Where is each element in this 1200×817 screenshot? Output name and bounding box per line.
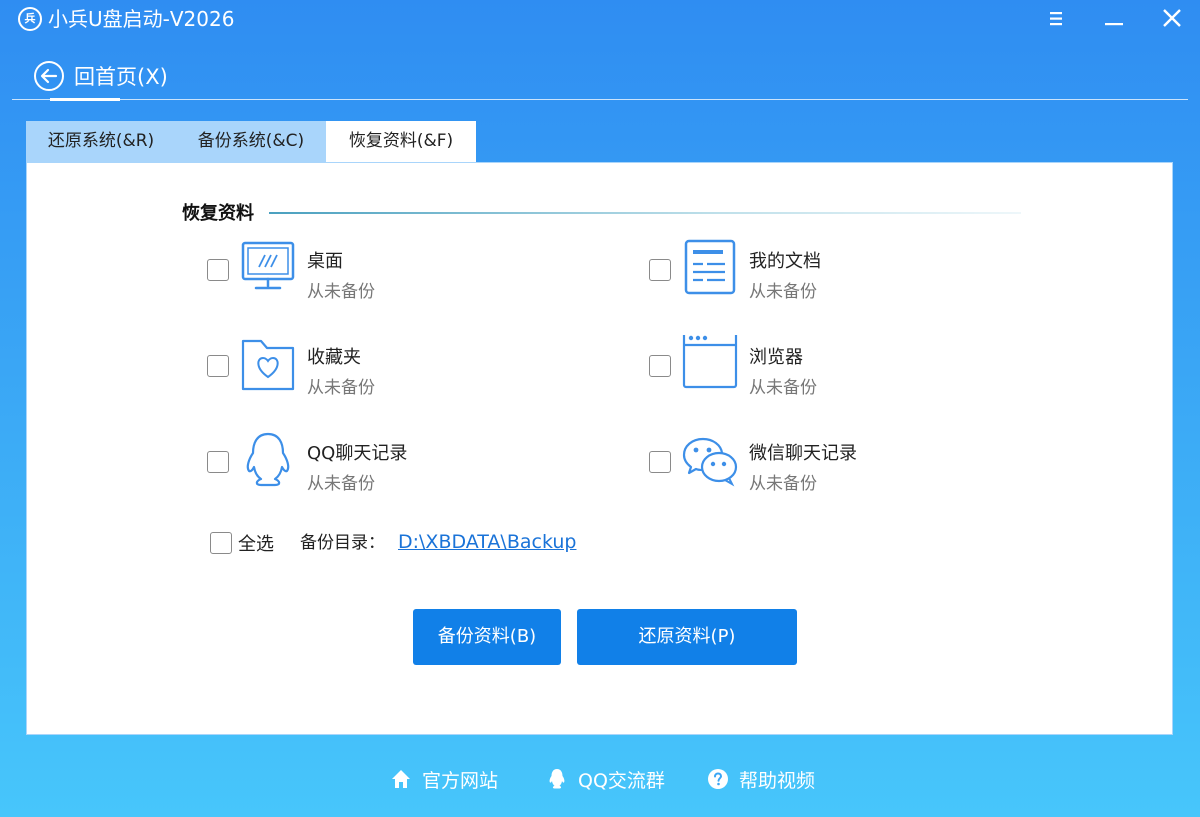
hamburger-menu-icon <box>1050 12 1062 26</box>
document-icon <box>681 239 739 297</box>
favorites-status: 从未备份 <box>307 378 375 398</box>
select-all-checkbox[interactable] <box>210 532 232 554</box>
back-home-label: 回首页(X) <box>74 65 168 89</box>
help-video-link[interactable]: 帮助视频 <box>707 765 815 793</box>
close-button[interactable] <box>1158 6 1186 32</box>
backup-data-button[interactable]: 备份资料(B) <box>413 609 561 665</box>
browser-label: 浏览器 <box>749 347 803 368</box>
help-question-icon <box>708 769 728 789</box>
tab-restore-system[interactable]: 还原系统(&R) <box>26 121 176 162</box>
window-title: 小兵U盘启动-V2026 <box>48 7 235 31</box>
favorites-folder-icon <box>239 335 297 393</box>
item-browser: 浏览器 从未备份 <box>649 329 949 398</box>
tab-recover-data[interactable]: 恢复资料(&F) <box>326 121 476 162</box>
official-website-label: 官方网站 <box>422 769 499 792</box>
my-documents-checkbox[interactable] <box>649 259 671 281</box>
qq-chat-status: 从未备份 <box>307 474 375 494</box>
tab-bar: 还原系统(&R) 备份系统(&C) 恢复资料(&F) <box>26 121 476 162</box>
backup-dir-label: 备份目录： <box>300 533 385 553</box>
qq-chat-checkbox[interactable] <box>207 451 229 473</box>
wechat-chat-label: 微信聊天记录 <box>749 443 857 464</box>
backup-dir-link[interactable]: D:\XBDATA\Backup <box>398 529 576 555</box>
minimize-icon <box>1105 23 1123 26</box>
browser-checkbox[interactable] <box>649 355 671 377</box>
item-qq-chat: QQ聊天记录 从未备份 <box>207 431 507 494</box>
wechat-icon <box>681 431 739 489</box>
close-icon <box>1163 9 1181 27</box>
help-video-label: 帮助视频 <box>739 769 816 792</box>
browser-status: 从未备份 <box>749 378 817 398</box>
my-documents-status: 从未备份 <box>749 282 817 302</box>
back-arrow-icon <box>34 61 64 91</box>
section-title: 恢复资料 <box>182 203 254 224</box>
qq-icon <box>549 769 565 789</box>
qq-group-link[interactable]: QQ交流群 <box>546 765 665 793</box>
content-panel: 恢复资料 桌面 从未备份 我的文档 从未备份 收藏夹 从未备份 浏览器 从未备份… <box>26 162 1173 735</box>
active-nav-underline <box>50 98 120 101</box>
header-divider <box>12 99 1188 100</box>
menu-button[interactable] <box>1042 6 1070 32</box>
my-documents-label: 我的文档 <box>749 251 821 272</box>
app-logo-icon: 兵 <box>18 7 42 31</box>
browser-window-icon <box>681 329 739 393</box>
item-wechat-chat: 微信聊天记录 从未备份 <box>649 431 949 494</box>
item-favorites: 收藏夹 从未备份 <box>207 335 507 398</box>
wechat-chat-checkbox[interactable] <box>649 451 671 473</box>
qq-group-label: QQ交流群 <box>578 769 665 792</box>
official-website-link[interactable]: 官方网站 <box>390 765 498 793</box>
select-all-label: 全选 <box>238 534 274 555</box>
select-all-control[interactable]: 全选 <box>210 531 274 555</box>
back-home-button[interactable]: 回首页(X) <box>33 60 168 92</box>
desktop-checkbox[interactable] <box>207 259 229 281</box>
tab-backup-system[interactable]: 备份系统(&C) <box>176 121 326 162</box>
desktop-label: 桌面 <box>307 251 343 272</box>
qq-penguin-icon <box>239 431 297 489</box>
monitor-icon <box>239 239 297 297</box>
favorites-checkbox[interactable] <box>207 355 229 377</box>
section-divider <box>269 212 1021 214</box>
minimize-button[interactable] <box>1100 6 1128 32</box>
wechat-chat-status: 从未备份 <box>749 474 817 494</box>
desktop-status: 从未备份 <box>307 282 375 302</box>
favorites-label: 收藏夹 <box>307 347 361 368</box>
item-desktop: 桌面 从未备份 <box>207 239 507 302</box>
title-bar: 兵 小兵U盘启动-V2026 <box>0 0 1200 40</box>
restore-data-button[interactable]: 还原资料(P) <box>577 609 797 665</box>
home-icon <box>392 770 410 788</box>
item-my-documents: 我的文档 从未备份 <box>649 239 949 302</box>
qq-chat-label: QQ聊天记录 <box>307 443 408 464</box>
